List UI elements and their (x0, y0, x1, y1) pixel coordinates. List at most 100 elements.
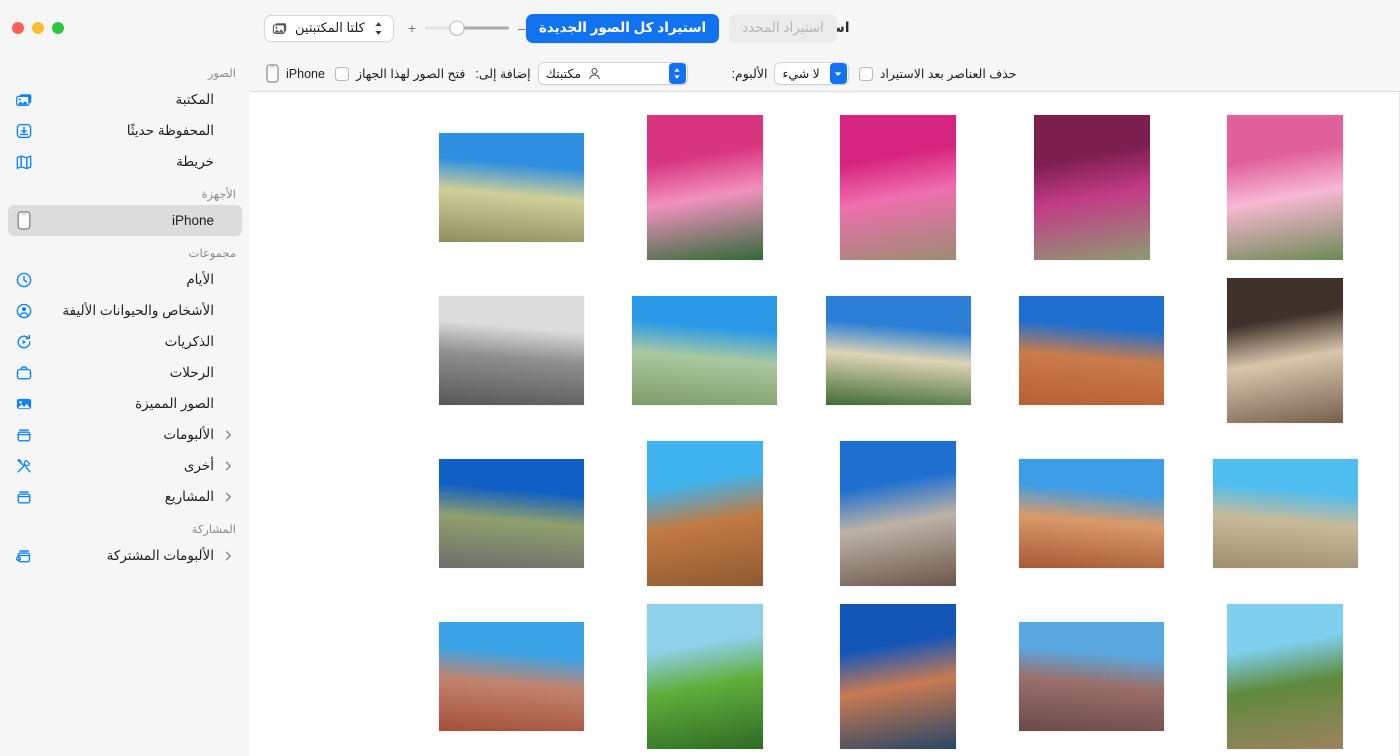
sidebar-section-title: الصور (0, 56, 250, 84)
thumbnail-size-slider[interactable]: + – (408, 20, 526, 36)
import-options-bar: iPhone فتح الصور لهذا الجهاز إضافة إلى: … (250, 56, 1400, 92)
sidebar-item-label: المحفوظة حديثًا (41, 123, 214, 139)
chevron-left-icon[interactable] (222, 429, 234, 441)
photo-grid-cell (1189, 595, 1383, 756)
unlock-device-checkbox[interactable] (335, 67, 349, 81)
sidebar-item-iphone[interactable]: iPhone (8, 205, 242, 236)
photo-thumbnail[interactable] (1213, 459, 1358, 568)
photo-thumbnail[interactable] (632, 296, 777, 405)
sidebar-section-title: مجموعات (0, 236, 250, 264)
chevron-left-icon[interactable] (222, 550, 234, 562)
photo-grid-cell (608, 106, 802, 269)
chevron-left-icon[interactable] (222, 491, 234, 503)
album-selector-popup[interactable]: لا شيء (774, 62, 848, 85)
photo-thumbnail[interactable] (1019, 622, 1164, 731)
photo-thumbnail[interactable] (439, 133, 584, 242)
photo-thumbnail[interactable] (826, 296, 971, 405)
import-photo-grid (250, 92, 1400, 756)
library-selector-value: كلتا المكتبتين (295, 20, 365, 36)
sidebar-item-الألبومات[interactable]: الألبومات (8, 419, 242, 450)
photo-thumbnail[interactable] (1227, 604, 1343, 749)
import-all-new-photos-button[interactable]: استيراد كل الصور الجديدة (526, 14, 719, 43)
delete-after-import-option[interactable]: حذف العناصر بعد الاستيراد (859, 66, 1017, 81)
unlock-device-option[interactable]: فتح الصور لهذا الجهاز (335, 66, 465, 81)
photos-library-icon (271, 20, 288, 37)
sidebar-item-أخرى[interactable]: أخرى (8, 450, 242, 481)
photos-library-icon (14, 90, 33, 109)
chevron-left-icon[interactable] (222, 460, 234, 472)
sidebar-item-المحفوظة-حديثًا[interactable]: المحفوظة حديثًا (8, 115, 242, 146)
photo-thumbnail[interactable] (1034, 115, 1150, 260)
sidebar-item-الرحلات[interactable]: الرحلات (8, 357, 242, 388)
photo-thumbnail[interactable] (647, 115, 763, 260)
import-selected-button[interactable]: استيراد المحدد (729, 14, 837, 43)
photo-thumbnail[interactable] (840, 115, 956, 260)
sidebar-sections: الصور المكتبة المحفوظة حديثًا خريطةالأجه… (0, 56, 250, 571)
delete-after-import-checkbox[interactable] (859, 67, 873, 81)
photo-thumbnail[interactable] (1227, 278, 1343, 423)
toolbar-import-buttons: استيراد كل الصور الجديدة استيراد المحدد (526, 14, 837, 43)
photo-thumbnail[interactable] (1019, 296, 1164, 405)
sidebar-item-المكتبة[interactable]: المكتبة (8, 84, 242, 115)
memories-icon (14, 332, 33, 351)
minimize-icon[interactable] (32, 22, 44, 34)
sidebar-item-label: الذكريات (41, 334, 214, 350)
sidebar-item-الصور-المميزة[interactable]: الصور المميزة (8, 388, 242, 419)
album-option: الألبوم: لا شيء (732, 62, 849, 85)
sidebar-item-الأيام[interactable]: الأيام (8, 264, 242, 295)
sidebar-item-label: المكتبة (41, 92, 214, 108)
photo-grid-cell (415, 595, 609, 756)
maximize-icon[interactable] (52, 22, 64, 34)
sidebar-item-الألبومات-المشتركة[interactable]: الألبومات المشتركة (8, 540, 242, 571)
sidebar-item-المشاريع[interactable]: المشاريع (8, 481, 242, 512)
iphone-icon (14, 211, 33, 230)
sidebar: الصور المكتبة المحفوظة حديثًا خريطةالأجه… (0, 0, 250, 756)
photo-grid-cell (415, 269, 609, 432)
photo-thumbnail[interactable] (1227, 115, 1343, 260)
photo-grid-cell (1189, 432, 1383, 595)
library-selector-popup[interactable]: كلتا المكتبتين (264, 15, 394, 42)
photo-grid-cell (995, 432, 1189, 595)
sidebar-item-خريطة[interactable]: خريطة (8, 146, 242, 177)
delete-after-import-label: حذف العناصر بعد الاستيراد (880, 66, 1017, 81)
recently-saved-icon (14, 121, 33, 140)
sidebar-item-label: الألبومات المشتركة (41, 548, 214, 564)
albums-icon (14, 425, 33, 444)
person-circle-icon (14, 301, 33, 320)
map-icon (14, 152, 33, 171)
zoom-out-label: – (518, 21, 526, 35)
photo-thumbnail[interactable] (840, 604, 956, 749)
photo-grid-cell (1189, 106, 1383, 269)
photo-thumbnail[interactable] (647, 604, 763, 749)
photos-import-window: كلتا المكتبتين + – (0, 0, 1400, 756)
import-photo-grid-container[interactable] (250, 92, 1400, 756)
album-value: لا شيء (775, 66, 828, 81)
close-icon[interactable] (12, 22, 24, 34)
chevron-updown-icon[interactable] (669, 63, 686, 84)
chevron-down-icon[interactable] (830, 63, 847, 84)
sidebar-item-الأشخاص-والحيوانات-الأليفة[interactable]: الأشخاص والحيوانات الأليفة (8, 295, 242, 326)
photo-thumbnail[interactable] (647, 441, 763, 586)
add-to-destination-popup[interactable]: مكتبتك (538, 62, 688, 85)
photo-grid-cell (415, 106, 609, 269)
photo-thumbnail[interactable] (1019, 459, 1164, 568)
sidebar-item-label: الألبومات (41, 427, 214, 443)
slider-thumb[interactable] (449, 21, 464, 36)
add-to-label: إضافة إلى: (475, 66, 530, 81)
photo-thumbnail[interactable] (439, 622, 584, 731)
window-toolbar: كلتا المكتبتين + – (250, 0, 1400, 56)
sidebar-item-الذكريات[interactable]: الذكريات (8, 326, 242, 357)
photo-grid-cell (802, 595, 996, 756)
trips-icon (14, 363, 33, 382)
projects-icon (14, 487, 33, 506)
photo-grid-cell (995, 106, 1189, 269)
photo-thumbnail[interactable] (439, 296, 584, 405)
photo-thumbnail[interactable] (439, 459, 584, 568)
slider-track[interactable] (425, 20, 509, 36)
device-indicator: iPhone (264, 64, 325, 83)
window-controls (0, 0, 250, 56)
chevron-updown-icon (372, 18, 385, 38)
sidebar-item-label: خريطة (41, 154, 214, 170)
photo-thumbnail[interactable] (840, 441, 956, 586)
sidebar-section-title: المشاركة (0, 512, 250, 540)
